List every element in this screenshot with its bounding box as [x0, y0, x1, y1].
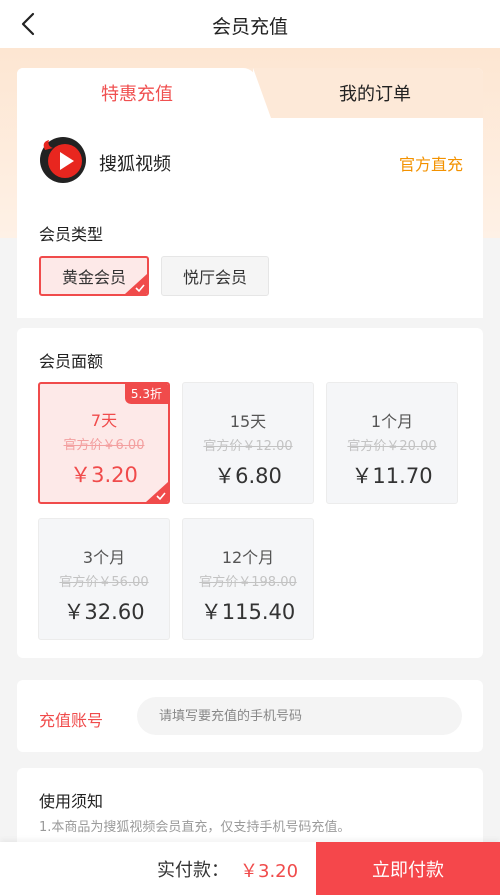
sohu-video-logo-icon: [40, 137, 86, 183]
plan-card-3-months[interactable]: 3个月 官方价￥56.00 ￥32.60: [38, 518, 170, 640]
check-icon: [156, 492, 166, 501]
plan-original-price: 官方价￥12.00: [203, 439, 293, 454]
member-type-hall-button[interactable]: 悦厅会员: [161, 256, 269, 296]
plan-duration: 15天: [229, 412, 267, 431]
plan-duration: 3个月: [82, 548, 126, 567]
recharge-account-section: 充值账号: [17, 680, 483, 752]
notice-title: 使用须知: [39, 792, 104, 811]
pay-amount: ￥3.20: [240, 861, 299, 882]
member-type-gold-button[interactable]: 黄金会员: [39, 256, 149, 296]
member-type-title: 会员类型: [39, 225, 104, 244]
phone-number-input[interactable]: [137, 697, 462, 735]
member-amount-section: 会员面额 5.3折 7天 官方价￥6.00 ￥3.20 15天 官方价￥12.0…: [17, 328, 483, 658]
member-type-label: 悦厅会员: [182, 268, 247, 287]
notice-line: 1.本商品为搜狐视频会员直充，仅支持手机号码充值。: [39, 820, 351, 835]
member-type-label: 黄金会员: [61, 268, 126, 287]
account-label: 充值账号: [39, 711, 104, 730]
plan-original-price: 官方价￥20.00: [347, 439, 437, 454]
plan-card-7-days[interactable]: 5.3折 7天 官方价￥6.00 ￥3.20: [38, 382, 170, 504]
tab-special-recharge[interactable]: 特惠充值: [17, 68, 271, 118]
plan-duration: 7天: [90, 411, 118, 430]
plan-price: ￥115.40: [200, 600, 296, 624]
brand-name: 搜狐视频: [99, 154, 171, 175]
tab-bar: 我的订单 特惠充值: [17, 68, 483, 118]
page-title: 会员充值: [211, 16, 288, 38]
plan-original-price: 官方价￥56.00: [59, 575, 149, 590]
check-icon: [135, 284, 145, 293]
official-recharge-tag: 官方直充: [398, 155, 463, 174]
top-nav-bar: 会员充值: [0, 0, 500, 48]
plan-price: ￥6.80: [214, 464, 282, 488]
brand-row: 搜狐视频 官方直充: [17, 118, 483, 250]
plan-original-price: 官方价￥198.00: [199, 575, 297, 590]
discount-badge: 5.3折: [124, 384, 168, 404]
tab-my-orders[interactable]: 我的订单: [267, 68, 483, 118]
member-type-section: 会员类型 黄金会员 悦厅会员: [17, 200, 483, 318]
plan-original-price: 官方价￥6.00: [63, 438, 145, 453]
plan-duration: 12个月: [221, 548, 275, 567]
plan-price: ￥11.70: [351, 464, 433, 488]
plan-duration: 1个月: [370, 412, 414, 431]
member-amount-title: 会员面额: [39, 352, 104, 371]
plan-card-15-days[interactable]: 15天 官方价￥12.00 ￥6.80: [182, 382, 314, 504]
pay-label: 实付款：: [157, 860, 229, 881]
plan-card-1-month[interactable]: 1个月 官方价￥20.00 ￥11.70: [326, 382, 458, 504]
pay-now-button[interactable]: 立即付款: [316, 842, 500, 895]
plan-price: ￥32.60: [63, 600, 145, 624]
payment-bar: 实付款： ￥3.20 立即付款: [0, 842, 500, 895]
plan-card-12-months[interactable]: 12个月 官方价￥198.00 ￥115.40: [182, 518, 314, 640]
